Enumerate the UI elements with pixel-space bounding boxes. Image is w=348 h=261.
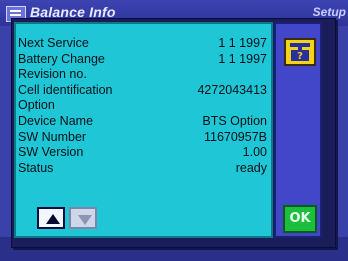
arrow-up-icon [46, 214, 60, 224]
arrow-down-icon [78, 215, 92, 225]
info-row-status: Status ready [18, 161, 267, 177]
info-row-cell-identification: Cell identification 4272043413 [18, 83, 267, 99]
row-value: 11670957B [203, 129, 267, 144]
row-label: Battery Change [18, 51, 105, 66]
screen: Balance Info Setup Next Service 1 1 1997… [0, 0, 348, 261]
info-row-option: Option [18, 98, 267, 114]
ok-button[interactable]: OK [283, 205, 317, 233]
row-label: SW Version [18, 145, 84, 160]
info-row-next-service: Next Service 1 1 1997 [18, 36, 267, 52]
row-label: Next Service [18, 36, 89, 50]
setup-label[interactable]: Setup [313, 5, 346, 19]
row-label: SW Number [18, 129, 87, 144]
row-label: Revision no. [18, 67, 87, 82]
row-label: Device Name [18, 113, 94, 128]
info-row-revision: Revision no. [18, 67, 267, 83]
row-value: 4272043413 [197, 82, 267, 97]
help-button[interactable]: ? [284, 38, 316, 66]
row-value: 1.00 [242, 145, 267, 160]
scroll-down-button[interactable] [69, 207, 97, 229]
svg-text:?: ? [297, 51, 303, 62]
scale-help-icon: ? [290, 43, 310, 62]
info-row-sw-version: SW Version 1.00 [18, 145, 267, 161]
row-value: ready [235, 160, 267, 175]
info-row-device-name: Device Name BTS Option [18, 114, 267, 130]
info-table: Next Service 1 1 1997 Battery Change 1 1… [18, 36, 267, 176]
info-row-battery-change: Battery Change 1 1 1997 [18, 52, 267, 68]
row-label: Option [18, 98, 55, 113]
row-value: BTS Option [202, 113, 267, 128]
row-value: 1 1 1997 [218, 51, 267, 66]
info-row-sw-number: SW Number 11670957B [18, 130, 267, 146]
row-value: 1 1 1997 [218, 36, 267, 50]
scroll-up-button[interactable] [37, 207, 65, 229]
row-label: Cell identification [18, 82, 113, 97]
row-label: Status [18, 160, 54, 175]
